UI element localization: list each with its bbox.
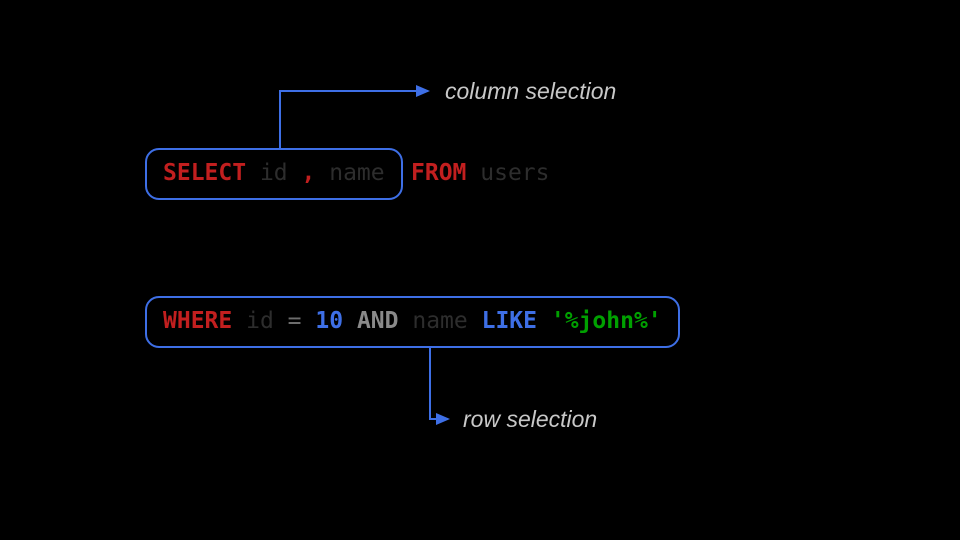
literal-john-pattern: '%john%': [551, 308, 662, 334]
column-name: name: [329, 160, 384, 186]
row-selection-label: row selection: [463, 406, 597, 433]
select-clause-box: SELECT id , name: [145, 148, 403, 200]
column-selection-label: column selection: [445, 78, 616, 105]
where-col-id: id: [246, 308, 274, 334]
literal-10: 10: [315, 308, 343, 334]
from-keyword: FROM: [411, 160, 466, 186]
comma: ,: [302, 160, 316, 186]
select-keyword: SELECT: [163, 160, 246, 186]
where-clause-box: WHERE id = 10 AND name LIKE '%john%': [145, 296, 680, 348]
equals-operator: =: [288, 308, 302, 334]
from-clause: FROM users: [395, 150, 566, 198]
where-col-name: name: [412, 308, 467, 334]
like-keyword: LIKE: [482, 308, 537, 334]
and-keyword: AND: [357, 308, 399, 334]
where-keyword: WHERE: [163, 308, 232, 334]
table-name: users: [480, 160, 549, 186]
diagram-stage: column selection SELECT id , name FROM u…: [0, 0, 960, 540]
column-id: id: [260, 160, 288, 186]
